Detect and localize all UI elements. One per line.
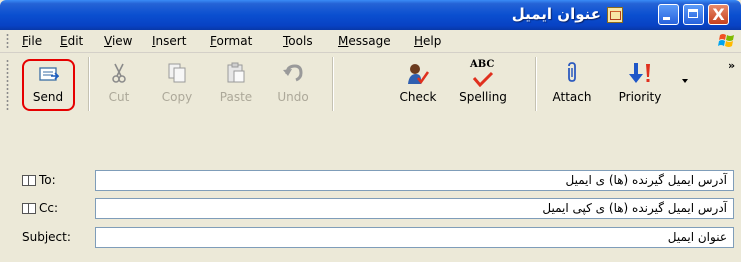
attach-button[interactable]: Attach [545, 62, 599, 104]
undo-icon [283, 64, 303, 82]
close-button[interactable]: X [708, 4, 729, 25]
menu-edit[interactable]: Edit [60, 34, 83, 48]
menu-bar: File Edit View Insert Format Tools Messa… [0, 30, 741, 53]
address-book-icon [22, 175, 36, 186]
copy-label: Copy [161, 90, 193, 104]
minimize-button[interactable] [658, 4, 679, 25]
cc-field[interactable]: آدرس ایمیل گیرنده (ها) ی کپی ایمیل [95, 198, 734, 219]
menubar-grip[interactable] [6, 33, 9, 49]
menu-file[interactable]: File [22, 34, 42, 48]
undo-label: Undo [277, 90, 309, 104]
subject-label: Subject: [22, 230, 71, 244]
undo-button[interactable]: Undo [266, 62, 320, 104]
check-label: Check [399, 90, 437, 104]
paste-button[interactable]: Paste [209, 62, 263, 104]
clipboard-icon [227, 62, 245, 83]
priority-button[interactable]: Priority [613, 62, 667, 104]
compose-message-icon [607, 7, 623, 23]
address-book-icon [22, 203, 36, 214]
spelling-check-icon [472, 71, 494, 87]
spelling-abc-icon: ABC [470, 59, 495, 70]
subject-row: Subject: عنوان ایمیل [0, 225, 741, 251]
menu-tools[interactable]: Tools [283, 34, 313, 48]
toolbar-overflow-chevron[interactable]: » [728, 59, 735, 72]
cc-row: Cc: آدرس ایمیل گیرنده (ها) ی کپی ایمیل [0, 196, 741, 222]
priority-icon [629, 63, 650, 83]
to-row: To: آدرس ایمیل گیرنده (ها) ی ایمیل [0, 168, 741, 194]
title-bar[interactable]: عنوان ایمیل X [0, 0, 741, 30]
paperclip-icon [568, 62, 576, 82]
menu-message[interactable]: Message [338, 34, 391, 48]
priority-label: Priority [618, 90, 662, 104]
spelling-button[interactable]: ABC Spelling [456, 59, 510, 104]
message-header: To: آدرس ایمیل گیرنده (ها) ی ایمیل Cc: آ… [0, 153, 741, 262]
window-title: عنوان ایمیل [511, 5, 601, 23]
menu-format[interactable]: Format [210, 34, 252, 48]
toolbar-separator [88, 57, 90, 111]
send-icon [39, 67, 59, 81]
copy-button[interactable]: Copy [150, 62, 204, 104]
cut-label: Cut [108, 90, 130, 104]
toolbar-grip[interactable] [6, 59, 9, 111]
check-names-button[interactable]: Check [391, 62, 445, 104]
send-label: Send [32, 90, 64, 104]
menu-insert[interactable]: Insert [152, 34, 186, 48]
attach-label: Attach [552, 90, 592, 104]
spelling-label: Spelling [459, 90, 507, 104]
maximize-button[interactable] [683, 4, 704, 25]
send-button[interactable]: Send [21, 62, 75, 104]
toolbar-separator [535, 57, 537, 111]
toolbar-separator [332, 57, 334, 111]
menu-view[interactable]: View [104, 34, 132, 48]
scissors-icon [112, 63, 126, 83]
to-label-button[interactable]: To: [22, 173, 56, 187]
subject-field[interactable]: عنوان ایمیل [95, 227, 734, 248]
windows-logo-icon [718, 34, 734, 47]
menu-help[interactable]: Help [414, 34, 441, 48]
close-icon: X [712, 5, 725, 24]
paste-label: Paste [219, 90, 253, 104]
to-field[interactable]: آدرس ایمیل گیرنده (ها) ی ایمیل [95, 170, 734, 191]
copy-icon [168, 63, 186, 83]
priority-dropdown-arrow-icon[interactable] [682, 79, 688, 83]
cc-label-button[interactable]: Cc: [22, 201, 58, 215]
check-names-icon [408, 64, 430, 85]
toolbar: Send Cut Copy Paste Undo Check ABC Spell… [0, 53, 741, 154]
cut-button[interactable]: Cut [92, 62, 146, 104]
